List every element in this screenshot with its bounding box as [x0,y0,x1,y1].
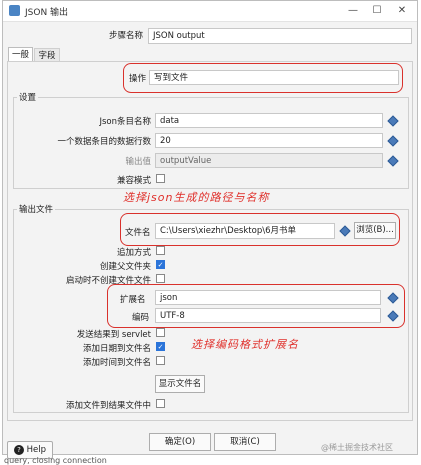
rows-per-block-label: 一个数据条目的数据行数 [57,137,151,147]
add-time-label: 添加时间到文件名 [82,358,151,368]
rows-per-block-input[interactable]: 20 [155,133,383,148]
help-label: Help [26,445,47,455]
filename-highlight [120,213,400,246]
annotation-encoding-note: 选择编码格式扩展名 [191,338,299,351]
json-block-label: Json条目名称 [99,117,151,127]
annotation-path-note: 选择json生成的路径与名称 [123,191,270,204]
encoding-highlight [107,284,405,328]
output-file-title: 输出文件 [17,203,56,215]
compat-mode-label: 兼容模式 [116,176,151,186]
add-time-checkbox[interactable] [156,356,165,365]
send-to-servlet-checkbox[interactable] [156,328,165,337]
maximize-button[interactable]: ☐ [367,3,387,18]
cancel-button[interactable]: 取消(C) [214,433,276,451]
tab-general[interactable]: 一般 [8,47,33,61]
output-value-label: 输出值 [125,157,151,167]
app-icon [9,5,20,16]
send-to-servlet-label: 发送结果到 servlet [76,330,151,340]
json-output-dialog: JSON 输出 — ☐ ✕ 步骤名称 JSON output 一般 字段 操作 … [2,0,418,459]
background-log-text: query, closing connection [4,456,107,465]
create-parent-label: 创建父文件夹 [99,262,151,272]
ok-button[interactable]: 确定(O) [149,433,211,451]
close-button[interactable]: ✕ [392,3,412,18]
operation-highlight [123,63,403,93]
json-block-input[interactable]: data [155,113,383,128]
step-name-label: 步骤名称 [108,31,143,41]
append-checkbox[interactable] [156,246,165,255]
window-title: JSON 输出 [25,8,69,18]
show-filenames-button[interactable]: 显示文件名 [155,375,205,393]
watermark: @稀土掘金技术社区 [321,443,393,452]
output-value-input[interactable]: outputValue [155,153,383,168]
add-to-result-checkbox[interactable] [156,399,165,408]
minimize-button[interactable]: — [343,3,363,18]
add-date-checkbox[interactable]: ✓ [156,342,165,351]
create-parent-checkbox[interactable]: ✓ [156,260,165,269]
no-create-on-start-checkbox[interactable] [156,274,165,283]
tab-fields[interactable]: 字段 [34,48,60,61]
add-to-result-label: 添加文件到结果文件中 [65,401,151,411]
compat-mode-checkbox[interactable] [156,174,165,183]
append-label: 追加方式 [116,248,151,258]
settings-title: 设置 [17,91,39,103]
help-icon: ? [13,444,24,455]
title-bar: JSON 输出 — ☐ ✕ [3,1,417,22]
step-name-input[interactable]: JSON output [148,28,412,44]
add-date-label: 添加日期到文件名 [82,344,151,354]
